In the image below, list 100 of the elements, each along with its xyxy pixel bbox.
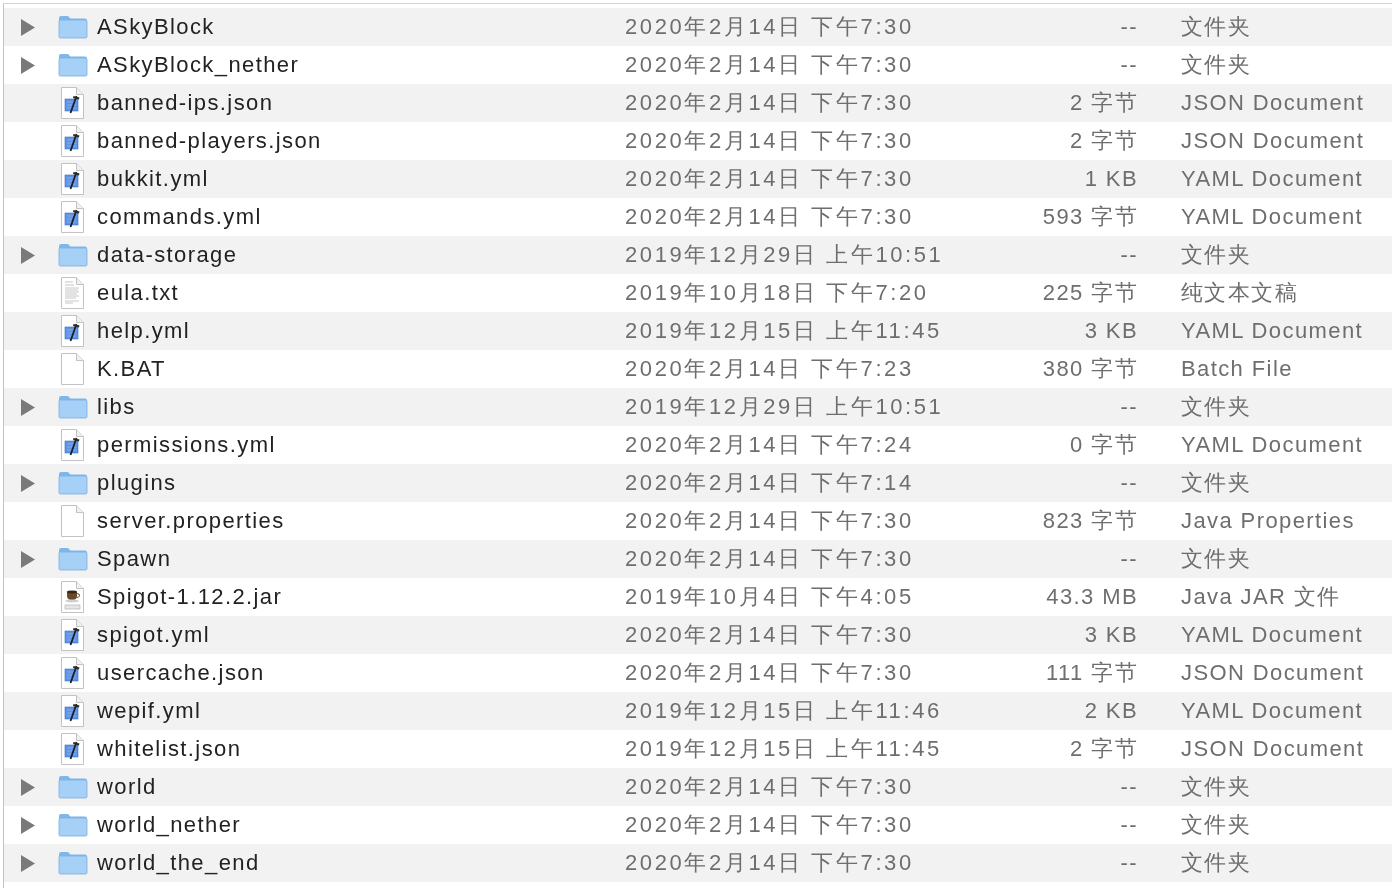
file-kind: JSON Document — [1181, 660, 1365, 685]
file-name: bukkit.yml — [97, 166, 209, 191]
date-modified: 2020年2月14日 下午7:30 — [625, 128, 914, 153]
date-modified: 2020年2月14日 下午7:24 — [625, 432, 914, 457]
document-hammer-icon — [61, 429, 84, 461]
file-kind: 文件夹 — [1181, 774, 1252, 799]
file-row[interactable]: commands.yml 2020年2月14日 下午7:30 593 字节 YAML Document — [4, 198, 1392, 236]
disclosure-triangle-icon[interactable] — [21, 18, 35, 36]
document-hammer-icon — [61, 87, 84, 119]
file-row[interactable]: Spigot-1.12.2.jar 2019年10月4日 下午4:05 43.3 MB Java JAR 文件 — [4, 578, 1392, 616]
file-size: 380 字节 — [1042, 356, 1138, 381]
file-row[interactable]: banned-players.json 2020年2月14日 下午7:30 2 字节 JSON Document — [4, 122, 1392, 160]
file-kind: YAML Document — [1181, 622, 1364, 647]
file-name: permissions.yml — [97, 432, 276, 457]
file-row[interactable]: data-storage 2019年12月29日 上午10:51 -- 文件夹 — [4, 236, 1392, 274]
blank-document-icon — [61, 505, 84, 537]
file-size: 43.3 MB — [1046, 584, 1138, 609]
document-hammer-icon — [61, 125, 84, 157]
file-size: -- — [1120, 546, 1138, 571]
file-size: -- — [1120, 850, 1138, 875]
disclosure-triangle-icon[interactable] — [21, 854, 35, 872]
file-row[interactable]: world 2020年2月14日 下午7:30 -- 文件夹 — [4, 768, 1392, 806]
file-row[interactable]: ASkyBlock 2020年2月14日 下午7:30 -- 文件夹 — [4, 8, 1392, 46]
folder-icon — [57, 53, 88, 77]
file-row[interactable]: libs 2019年12月29日 上午10:51 -- 文件夹 — [4, 388, 1392, 426]
date-modified: 2020年2月14日 下午7:30 — [625, 166, 914, 191]
file-row[interactable]: eula.txt 2019年10月18日 下午7:20 225 字节 纯文本文稿 — [4, 274, 1392, 312]
file-size: 2 字节 — [1070, 128, 1138, 153]
file-name: usercache.json — [97, 660, 265, 685]
file-kind: 文件夹 — [1181, 470, 1252, 495]
disclosure-triangle-icon[interactable] — [21, 474, 35, 492]
file-name: Spigot-1.12.2.jar — [97, 584, 283, 609]
date-modified: 2020年2月14日 下午7:30 — [625, 850, 914, 875]
file-name: server.properties — [97, 508, 285, 533]
file-kind: YAML Document — [1181, 204, 1364, 229]
file-row[interactable]: world_nether 2020年2月14日 下午7:30 -- 文件夹 — [4, 806, 1392, 844]
file-name: data-storage — [97, 242, 238, 267]
file-row[interactable]: whitelist.json 2019年12月15日 上午11:45 2 字节 JSON Document — [4, 730, 1392, 768]
file-name: whitelist.json — [97, 736, 242, 761]
disclosure-triangle-icon[interactable] — [21, 398, 35, 416]
file-name: K.BAT — [97, 356, 166, 381]
file-kind: YAML Document — [1181, 698, 1364, 723]
file-kind: YAML Document — [1181, 318, 1364, 343]
file-size: 593 字节 — [1042, 204, 1138, 229]
disclosure-triangle-icon[interactable] — [21, 816, 35, 834]
date-modified: 2020年2月14日 下午7:30 — [625, 204, 914, 229]
file-row[interactable]: plugins 2020年2月14日 下午7:14 -- 文件夹 — [4, 464, 1392, 502]
file-name: banned-ips.json — [97, 90, 274, 115]
file-size: -- — [1120, 14, 1138, 39]
date-modified: 2020年2月14日 下午7:30 — [625, 90, 914, 115]
file-row[interactable]: usercache.json 2020年2月14日 下午7:30 111 字节 JSON Document — [4, 654, 1392, 692]
file-name: ASkyBlock_nether — [97, 52, 300, 77]
file-row[interactable]: bukkit.yml 2020年2月14日 下午7:30 1 KB YAML Document — [4, 160, 1392, 198]
file-size: 3 KB — [1084, 318, 1138, 343]
file-row[interactable]: server.properties 2020年2月14日 下午7:30 823 字节 Java Properties — [4, 502, 1392, 540]
date-modified: 2019年12月29日 上午10:51 — [625, 242, 944, 267]
file-row[interactable]: spigot.yml 2020年2月14日 下午7:30 3 KB YAML Document — [4, 616, 1392, 654]
file-row[interactable]: wepif.yml 2019年12月15日 上午11:46 2 KB YAML Document — [4, 692, 1392, 730]
file-row[interactable]: permissions.yml 2020年2月14日 下午7:24 0 字节 YAML Document — [4, 426, 1392, 464]
disclosure-triangle-icon[interactable] — [21, 246, 35, 264]
disclosure-triangle-icon[interactable] — [21, 56, 35, 74]
file-kind: Java Properties — [1181, 508, 1355, 533]
file-size: -- — [1120, 52, 1138, 77]
date-modified: 2020年2月14日 下午7:30 — [625, 660, 914, 685]
file-size: 1 KB — [1084, 166, 1138, 191]
document-hammer-icon — [61, 201, 84, 233]
folder-icon — [57, 547, 88, 571]
file-row[interactable]: Spawn 2020年2月14日 下午7:30 -- 文件夹 — [4, 540, 1392, 578]
file-name: Spawn — [97, 546, 172, 571]
date-modified: 2020年2月14日 下午7:30 — [625, 52, 914, 77]
file-kind: 文件夹 — [1181, 812, 1252, 837]
file-row[interactable]: K.BAT 2020年2月14日 下午7:23 380 字节 Batch File — [4, 350, 1392, 388]
file-size: 225 字节 — [1042, 280, 1138, 305]
disclosure-triangle-icon[interactable] — [21, 550, 35, 568]
file-kind: 文件夹 — [1181, 850, 1252, 875]
file-row[interactable]: banned-ips.json 2020年2月14日 下午7:30 2 字节 JSON Document — [4, 84, 1392, 122]
file-kind: 文件夹 — [1181, 14, 1252, 39]
file-kind: YAML Document — [1181, 166, 1364, 191]
file-kind: JSON Document — [1181, 736, 1365, 761]
file-name: world_nether — [97, 812, 241, 837]
file-size: -- — [1120, 774, 1138, 799]
file-size: 2 字节 — [1070, 90, 1138, 115]
document-hammer-icon — [61, 695, 84, 727]
file-kind: Java JAR 文件 — [1181, 584, 1341, 609]
file-row[interactable]: ASkyBlock_nether 2020年2月14日 下午7:30 -- 文件夹 — [4, 46, 1392, 84]
file-row[interactable]: help.yml 2019年12月15日 上午11:45 3 KB YAML Document — [4, 312, 1392, 350]
file-name: plugins — [97, 470, 177, 495]
file-size: -- — [1120, 242, 1138, 267]
file-kind: 文件夹 — [1181, 546, 1252, 571]
file-name: spigot.yml — [97, 622, 211, 647]
date-modified: 2020年2月14日 下午7:30 — [625, 812, 914, 837]
file-kind: JSON Document — [1181, 90, 1365, 115]
file-row[interactable]: world_the_end 2020年2月14日 下午7:30 -- 文件夹 — [4, 844, 1392, 882]
file-size: 2 KB — [1084, 698, 1138, 723]
file-size: 3 KB — [1084, 622, 1138, 647]
file-name: ASkyBlock — [97, 14, 215, 39]
date-modified: 2019年12月29日 上午10:51 — [625, 394, 944, 419]
disclosure-triangle-icon[interactable] — [21, 778, 35, 796]
file-name: eula.txt — [97, 280, 180, 305]
folder-icon — [57, 471, 88, 495]
